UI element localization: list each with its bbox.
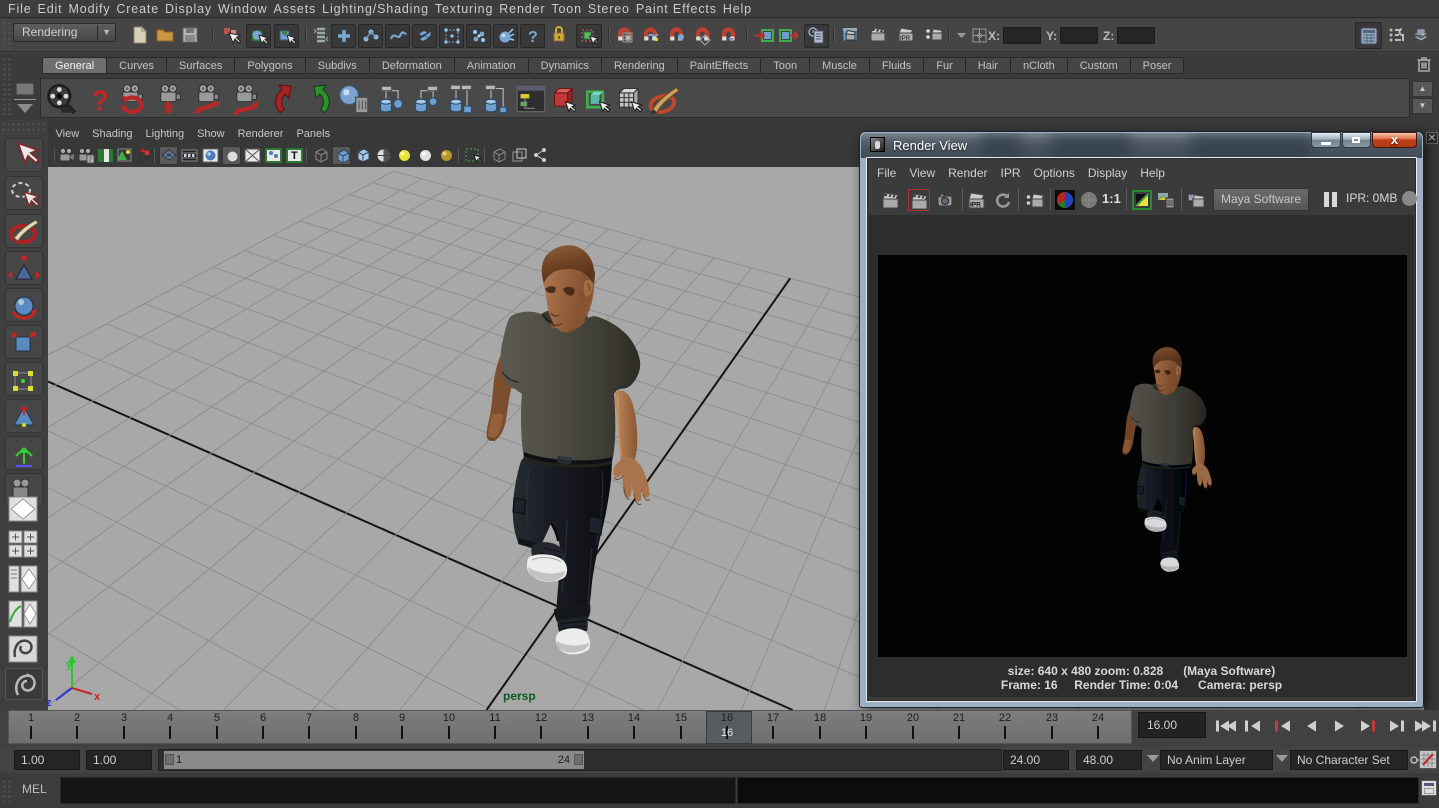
svg-text:x: x (94, 691, 101, 703)
svg-text:IPR: IPR (970, 202, 981, 209)
svg-text:T: T (291, 150, 298, 162)
svg-text:?: ? (528, 29, 538, 46)
svg-text:persp: persp (503, 689, 536, 703)
svg-text:IPR: IPR (900, 36, 911, 42)
svg-text:?: ? (91, 86, 108, 117)
svg-text:z: z (48, 697, 52, 709)
svg-text:y: y (66, 659, 73, 671)
